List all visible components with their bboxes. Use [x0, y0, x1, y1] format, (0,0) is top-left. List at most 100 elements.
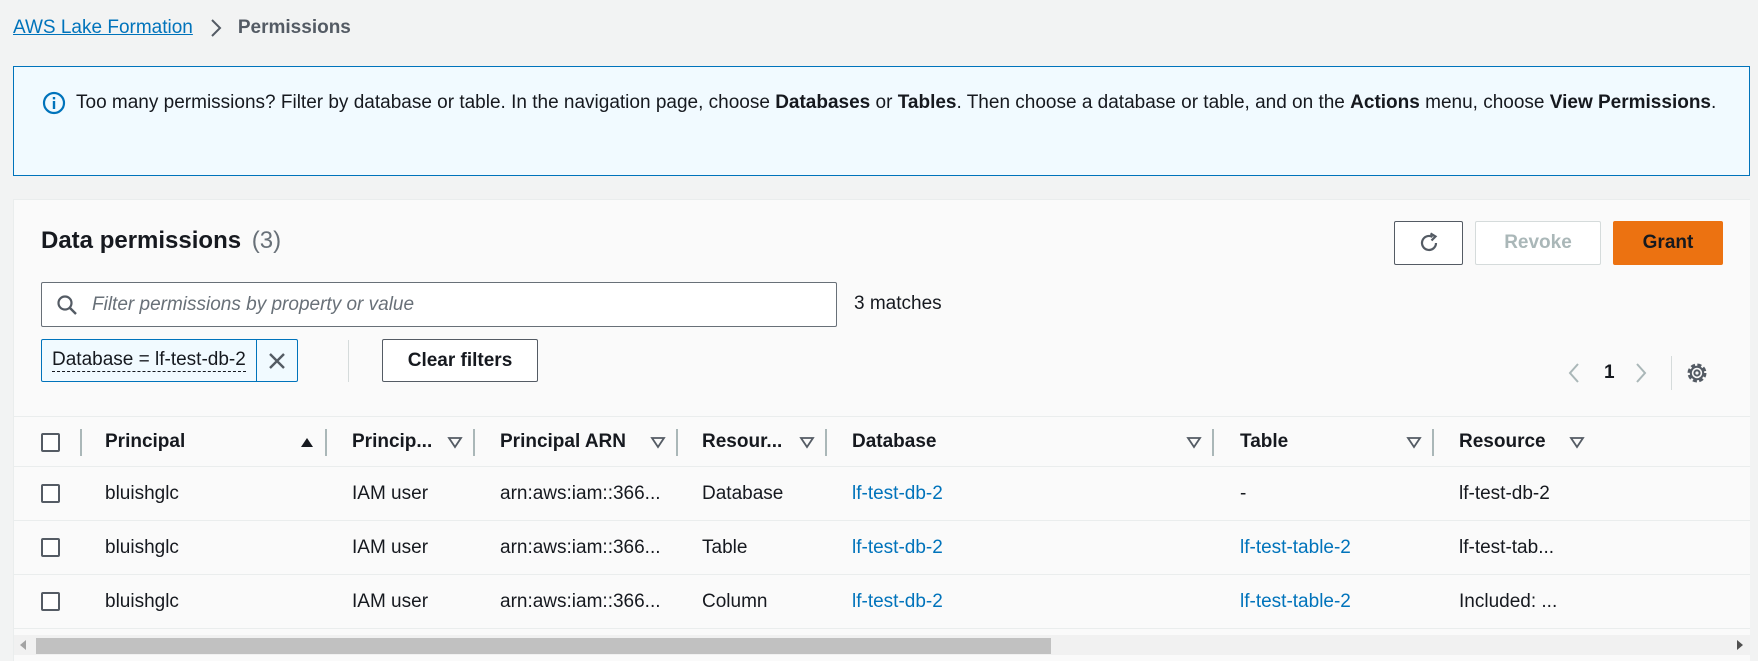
- breadcrumb: AWS Lake Formation Permissions: [13, 17, 351, 39]
- alert-text-4: menu, choose: [1419, 92, 1550, 113]
- select-all-checkbox[interactable]: [41, 433, 60, 452]
- column-header-label: Table: [1240, 431, 1289, 452]
- cell-principal-type: IAM user: [352, 482, 429, 504]
- sort-ascending-icon: [301, 438, 313, 447]
- search-icon: [57, 294, 77, 315]
- cell-principal-arn: arn:aws:iam::366...: [500, 536, 661, 558]
- column-header-label: Principal: [105, 431, 186, 452]
- pagination: 1: [1564, 356, 1710, 390]
- column-separator: [473, 429, 475, 456]
- panel-title-text: Data permissions: [41, 227, 242, 254]
- alert-bold-databases: Databases: [775, 92, 871, 113]
- cell-principal: bluishglc: [105, 482, 179, 504]
- column-header-label: Database: [852, 431, 937, 452]
- horizontal-scrollbar[interactable]: [14, 635, 1750, 655]
- scrollbar-thumb[interactable]: [36, 638, 1051, 654]
- column-header-principal-arn[interactable]: Principal ARN: [500, 417, 678, 467]
- row-checkbox[interactable]: [41, 592, 60, 611]
- column-separator: [1432, 429, 1434, 456]
- alert-bold-view-permissions: View Permissions: [1549, 92, 1711, 113]
- info-alert-text: Too many permissions? Filter by database…: [76, 88, 1716, 175]
- table-row[interactable]: bluishglc IAM user arn:aws:iam::366... C…: [14, 575, 1750, 629]
- gear-icon[interactable]: [1684, 360, 1710, 386]
- data-permissions-panel: Data permissions (3) Revoke Grant 3 matc…: [13, 199, 1750, 661]
- column-header-label: Princip...: [352, 431, 433, 452]
- remove-filter-button[interactable]: [257, 340, 297, 381]
- chevron-right-icon: [211, 19, 222, 37]
- column-separator: [676, 429, 678, 456]
- column-separator: [825, 429, 827, 456]
- cell-database-link[interactable]: lf-test-db-2: [852, 575, 1152, 628]
- sort-icon: [1569, 437, 1585, 449]
- table-row[interactable]: bluishglc IAM user arn:aws:iam::366... D…: [14, 467, 1750, 521]
- cell-principal: bluishglc: [105, 590, 179, 612]
- info-icon: [42, 91, 66, 115]
- alert-text-2: or: [870, 92, 898, 113]
- filter-token-label[interactable]: Database = lf-test-db-2: [42, 340, 257, 381]
- sort-icon: [1186, 437, 1202, 449]
- alert-text-1: Too many permissions? Filter by database…: [76, 92, 776, 113]
- refresh-button[interactable]: [1394, 221, 1463, 265]
- cell-principal-arn: arn:aws:iam::366...: [500, 482, 661, 504]
- pager-divider: [1670, 356, 1672, 390]
- column-header-principal[interactable]: Principal: [105, 417, 327, 467]
- table-row[interactable]: bluishglc IAM user arn:aws:iam::366... T…: [14, 521, 1750, 575]
- cell-table-link[interactable]: lf-test-table-2: [1240, 575, 1440, 628]
- sort-icon: [1406, 437, 1422, 449]
- alert-text-5: .: [1711, 92, 1717, 113]
- filter-divider: [348, 340, 349, 382]
- cell-resource-type: Database: [702, 482, 784, 504]
- cell-resource-type: Table: [702, 536, 748, 558]
- column-separator: [325, 429, 327, 456]
- cell-table: -: [1240, 482, 1247, 504]
- chevron-left-icon[interactable]: [1564, 360, 1584, 386]
- cell-resource: lf-test-tab...: [1459, 536, 1555, 558]
- filter-token-text: Database = lf-test-db-2: [52, 349, 246, 372]
- column-header-resource[interactable]: Resource: [1459, 417, 1750, 467]
- matches-count: 3 matches: [854, 293, 942, 314]
- header-separator: [80, 417, 82, 467]
- column-header-label: Resour...: [702, 431, 783, 452]
- sort-icon: [650, 437, 666, 449]
- sort-icon: [799, 437, 815, 449]
- cell-database-link[interactable]: lf-test-db-2: [852, 521, 1152, 574]
- row-checkbox[interactable]: [41, 484, 60, 503]
- filter-token[interactable]: Database = lf-test-db-2: [41, 339, 298, 382]
- column-header-database[interactable]: Database: [852, 417, 1214, 467]
- clear-filters-button[interactable]: Clear filters: [382, 339, 538, 382]
- sort-icon: [447, 437, 463, 449]
- cell-resource-type: Column: [702, 590, 768, 612]
- refresh-icon: [1420, 232, 1437, 252]
- column-header-table[interactable]: Table: [1240, 417, 1434, 467]
- cell-principal-type: IAM user: [352, 536, 429, 558]
- alert-text-3: . Then choose a database or table, and o…: [956, 92, 1351, 113]
- breadcrumb-root-link[interactable]: AWS Lake Formation: [13, 17, 193, 39]
- panel-title: Data permissions (3): [41, 227, 281, 255]
- cell-database-link[interactable]: lf-test-db-2: [852, 467, 1152, 520]
- cell-table-link[interactable]: lf-test-table-2: [1240, 521, 1440, 574]
- cell-principal: bluishglc: [105, 536, 179, 558]
- cell-principal-arn: arn:aws:iam::366...: [500, 590, 661, 612]
- grant-button[interactable]: Grant: [1613, 221, 1723, 265]
- scroll-left-arrow[interactable]: [20, 640, 26, 650]
- search-field[interactable]: [41, 282, 837, 327]
- chevron-right-icon[interactable]: [1631, 360, 1651, 386]
- search-input[interactable]: [90, 292, 790, 317]
- revoke-button[interactable]: Revoke: [1475, 221, 1601, 265]
- table-header: Principal Princip... Principal ARN Resou…: [14, 416, 1750, 467]
- info-alert: Too many permissions? Filter by database…: [13, 66, 1750, 176]
- row-checkbox[interactable]: [41, 538, 60, 557]
- close-icon: [268, 352, 285, 369]
- scroll-right-arrow[interactable]: [1737, 640, 1743, 650]
- column-header-resource-type[interactable]: Resour...: [702, 417, 827, 467]
- cell-resource: Included: ...: [1459, 590, 1558, 612]
- page-number[interactable]: 1: [1604, 362, 1615, 384]
- column-separator: [1212, 429, 1214, 456]
- column-separator: [80, 429, 82, 456]
- cell-resource: lf-test-db-2: [1459, 482, 1550, 504]
- alert-bold-tables: Tables: [897, 92, 957, 113]
- cell-principal-type: IAM user: [352, 590, 429, 612]
- column-header-label: Principal ARN: [500, 431, 626, 452]
- column-header-label: Resource: [1459, 431, 1546, 452]
- column-header-principal-type[interactable]: Princip...: [352, 417, 475, 467]
